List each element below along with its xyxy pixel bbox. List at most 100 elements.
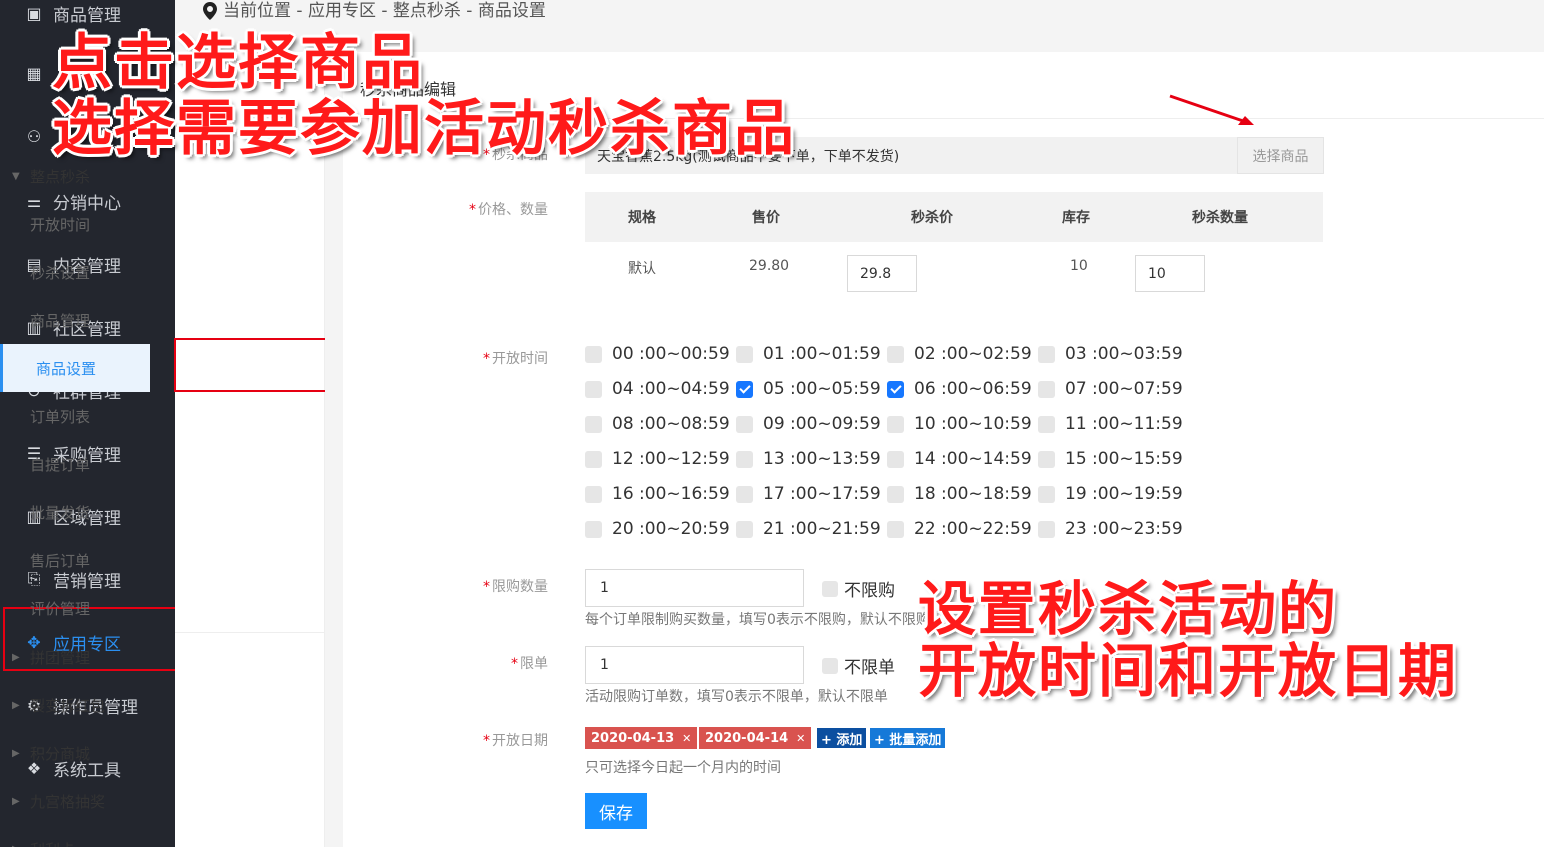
- limit-hint: 每个订单限制购买数量，填写0表示不限购，默认不限购: [585, 612, 930, 628]
- date-tag[interactable]: 2020-04-13 ✕: [585, 727, 698, 749]
- cell-stock: 10: [1070, 258, 1088, 274]
- time-slot-checkbox[interactable]: 09 :00~09:59: [736, 414, 881, 434]
- date-label-text: 开放日期: [492, 733, 548, 749]
- time-slot-checkbox[interactable]: 13 :00~13:59: [736, 449, 881, 469]
- time-slot-label: 02 :00~02:59: [914, 344, 1032, 364]
- submenu-item-after-sales[interactable]: 售后订单: [0, 536, 150, 584]
- annotation-line-2: 选择需要参加活动秒杀商品: [52, 94, 796, 164]
- checkbox-unchecked: [1038, 450, 1055, 468]
- caret-right-icon: ▶: [12, 747, 20, 759]
- time-slot-label: 16 :00~16:59: [612, 484, 730, 504]
- time-slot-checkbox[interactable]: 00 :00~00:59: [585, 344, 730, 364]
- time-slot-label: 23 :00~23:59: [1065, 519, 1183, 539]
- caret-down-icon: ▼: [12, 170, 20, 182]
- checkbox-unchecked: [585, 345, 602, 363]
- unlimited-orders-label: 不限单: [844, 658, 895, 678]
- seckill-qty-input[interactable]: 10: [1135, 255, 1205, 292]
- required-star: *: [469, 202, 476, 218]
- submenu-item-batch-ship[interactable]: 批量发货: [0, 488, 150, 536]
- submenu-item-goods-settings[interactable]: 商品设置: [0, 344, 150, 392]
- time-slot-label: 10 :00~10:59: [914, 414, 1032, 434]
- arrow-icon: [1169, 94, 1254, 125]
- cell-spec: 默认: [628, 261, 656, 277]
- checkbox-unchecked: [585, 380, 602, 398]
- submenu-item-label: 开放时间: [30, 215, 91, 234]
- checkbox-checked: [887, 380, 904, 398]
- time-slot-checkbox[interactable]: 20 :00~20:59: [585, 519, 730, 539]
- order-limit-input[interactable]: 1: [585, 646, 804, 684]
- checkbox-box: [822, 657, 838, 674]
- header-price: 售价: [752, 210, 780, 226]
- time-slot-label: 19 :00~19:59: [1065, 484, 1183, 504]
- time-slot-checkbox[interactable]: 17 :00~17:59: [736, 484, 881, 504]
- time-slot-checkbox[interactable]: 11 :00~11:59: [1038, 414, 1183, 434]
- add-date-button[interactable]: + 添加: [817, 728, 867, 748]
- checkbox-unchecked: [887, 485, 904, 503]
- time-slot-label: 08 :00~08:59: [612, 414, 730, 434]
- time-slot-checkbox[interactable]: 02 :00~02:59: [887, 344, 1032, 364]
- time-slot-checkbox[interactable]: 04 :00~04:59: [585, 379, 730, 399]
- bag-icon: ▣: [26, 3, 42, 23]
- submenu-item-label: 商品设置: [36, 359, 97, 378]
- limit-label: * 限购数量: [428, 576, 548, 596]
- unlimited-orders-checkbox[interactable]: 不限单: [822, 653, 895, 678]
- submenu-group-points[interactable]: ▶ 积分商城: [0, 729, 150, 777]
- submenu-group-label: 裂变拆红包: [30, 696, 106, 715]
- submenu-item-reviews[interactable]: 评价管理: [0, 584, 150, 632]
- submenu-item-goods-manage[interactable]: 商品管理: [0, 296, 150, 344]
- submenu-item-order-list[interactable]: 订单列表: [0, 392, 150, 440]
- required-star: *: [483, 733, 490, 749]
- submenu-item-open-time[interactable]: 开放时间: [0, 200, 150, 248]
- submenu-group-label: 刮刮卡: [30, 839, 75, 847]
- limit-input[interactable]: 1: [585, 569, 804, 607]
- submenu-group-scratch[interactable]: ▶ 刮刮卡: [0, 825, 150, 847]
- time-slot-checkbox[interactable]: 01 :00~01:59: [736, 344, 881, 364]
- time-label-text: 开放时间: [492, 351, 548, 367]
- unlimited-purchase-checkbox[interactable]: 不限购: [822, 576, 895, 601]
- submenu-group-lottery[interactable]: ▶ 九宫格抽奖: [0, 777, 150, 825]
- header-stock: 库存: [1062, 210, 1090, 226]
- time-slot-checkbox[interactable]: 03 :00~03:59: [1038, 344, 1183, 364]
- time-slot-label: 03 :00~03:59: [1065, 344, 1183, 364]
- order-limit-label: * 限单: [428, 653, 548, 673]
- time-slot-checkbox[interactable]: 23 :00~23:59: [1038, 519, 1183, 539]
- choose-goods-button[interactable]: 选择商品: [1237, 137, 1324, 174]
- date-tag-text: 2020-04-14: [705, 730, 789, 746]
- time-slot-checkbox[interactable]: 05 :00~05:59: [736, 379, 881, 399]
- checkbox-unchecked: [1038, 380, 1055, 398]
- batch-add-date-button[interactable]: + 批量添加: [870, 728, 946, 748]
- time-slot-checkbox[interactable]: 14 :00~14:59: [887, 449, 1032, 469]
- date-tag[interactable]: 2020-04-14 ✕: [699, 727, 812, 749]
- remove-icon[interactable]: ✕: [796, 732, 805, 745]
- checkbox-unchecked: [585, 450, 602, 468]
- submenu-item-pickup-orders[interactable]: 自提订单: [0, 440, 150, 488]
- submenu-group-label: 积分商城: [30, 744, 91, 763]
- header-spec: 规格: [628, 210, 656, 226]
- required-star: *: [483, 579, 490, 595]
- calendar-icon: ▦: [26, 63, 42, 83]
- time-slot-checkbox[interactable]: 15 :00~15:59: [1038, 449, 1183, 469]
- time-slot-checkbox[interactable]: 12 :00~12:59: [585, 449, 730, 469]
- time-slot-label: 07 :00~07:59: [1065, 379, 1183, 399]
- submenu-item-seckill-settings[interactable]: 秒杀设置: [0, 248, 150, 296]
- time-slot-checkbox[interactable]: 18 :00~18:59: [887, 484, 1032, 504]
- checkbox-unchecked: [585, 485, 602, 503]
- time-slot-checkbox[interactable]: 06 :00~06:59: [887, 379, 1032, 399]
- time-slot-label: 15 :00~15:59: [1065, 449, 1183, 469]
- save-button[interactable]: 保存: [585, 793, 647, 829]
- time-slot-checkbox[interactable]: 22 :00~22:59: [887, 519, 1032, 539]
- submenu-group-redpacket[interactable]: ▶ 裂变拆红包: [0, 681, 150, 729]
- time-slot-checkbox[interactable]: 19 :00~19:59: [1038, 484, 1183, 504]
- date-label: * 开放日期: [428, 730, 548, 750]
- time-slot-checkbox[interactable]: 10 :00~10:59: [887, 414, 1032, 434]
- caret-right-icon: ▶: [12, 651, 20, 663]
- seckill-price-input[interactable]: 29.8: [847, 255, 917, 292]
- checkbox-unchecked: [1038, 485, 1055, 503]
- checkbox-unchecked: [736, 415, 753, 433]
- time-slot-checkbox[interactable]: 16 :00~16:59: [585, 484, 730, 504]
- remove-icon[interactable]: ✕: [682, 732, 691, 745]
- time-slot-checkbox[interactable]: 08 :00~08:59: [585, 414, 730, 434]
- time-slot-checkbox[interactable]: 21 :00~21:59: [736, 519, 881, 539]
- submenu-group-groupbuy[interactable]: ▶ 拼团管理: [0, 633, 150, 681]
- time-slot-checkbox[interactable]: 07 :00~07:59: [1038, 379, 1183, 399]
